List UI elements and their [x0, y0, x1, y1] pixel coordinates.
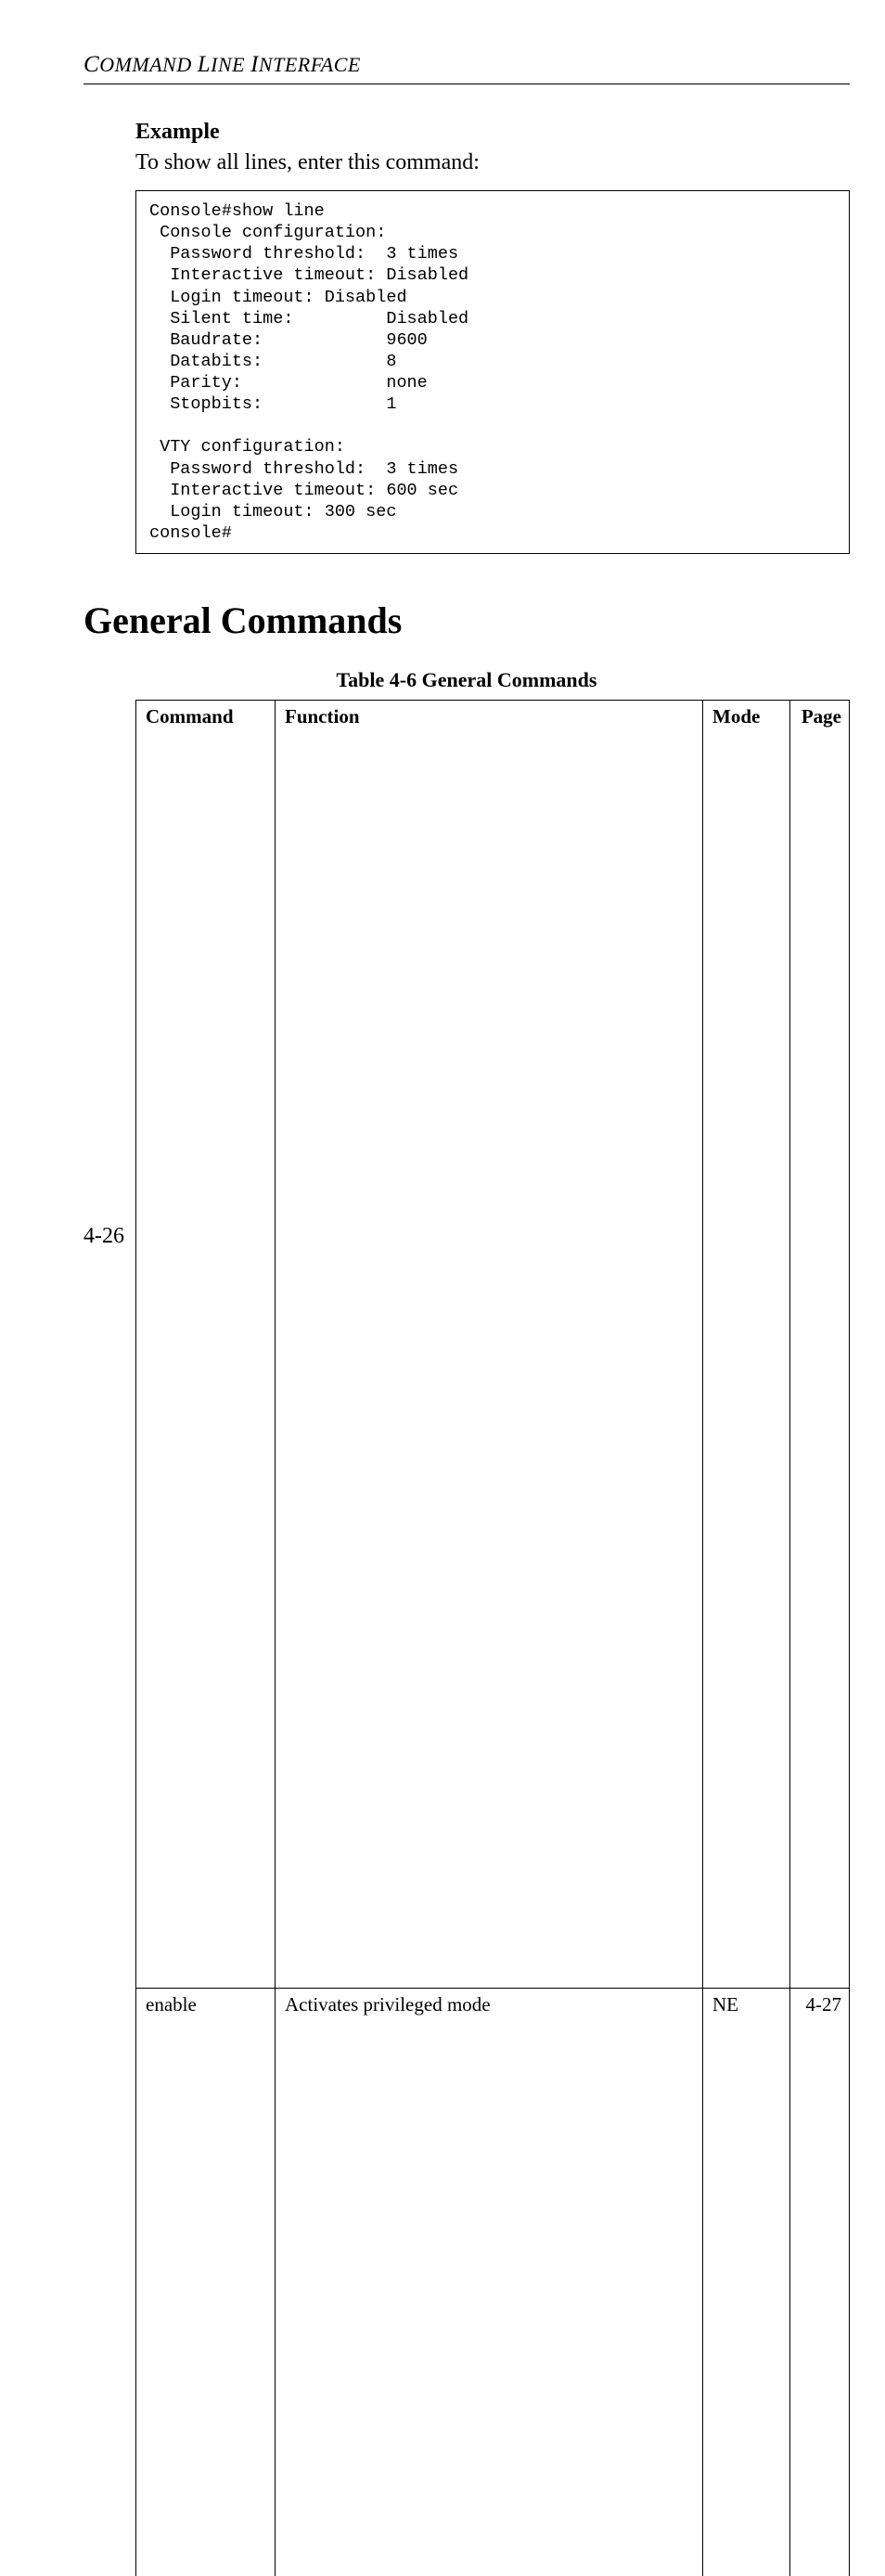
table-caption: Table 4-6 General Commands	[83, 668, 850, 692]
table-body: enable Activates privileged mode NE 4-27…	[136, 1989, 850, 2576]
page-container: COMMAND LINE INTERFACE Example To show a…	[0, 0, 885, 1288]
cell-mode: NE	[703, 1989, 790, 2576]
col-header-page: Page	[790, 701, 850, 1989]
example-lead-text: To show all lines, enter this command:	[135, 150, 850, 175]
col-header-function: Function	[276, 701, 703, 1989]
table-header-row: Command Function Mode Page	[136, 701, 850, 1989]
table-row: enable Activates privileged mode NE 4-27	[136, 1989, 850, 2576]
section-heading: General Commands	[83, 599, 850, 642]
example-heading: Example	[135, 120, 850, 145]
cell-function: Activates privileged mode	[276, 1989, 703, 2576]
commands-table: Command Function Mode Page enable Activa…	[135, 700, 850, 2576]
page-number: 4-26	[83, 1224, 124, 1249]
cell-page: 4-27	[790, 1989, 850, 2576]
col-header-mode: Mode	[703, 701, 790, 1989]
col-header-command: Command	[136, 701, 276, 1989]
console-output: Console#show line Console configuration:…	[135, 190, 850, 554]
cell-command: enable	[136, 1989, 276, 2576]
running-head: COMMAND LINE INTERFACE	[83, 52, 850, 78]
